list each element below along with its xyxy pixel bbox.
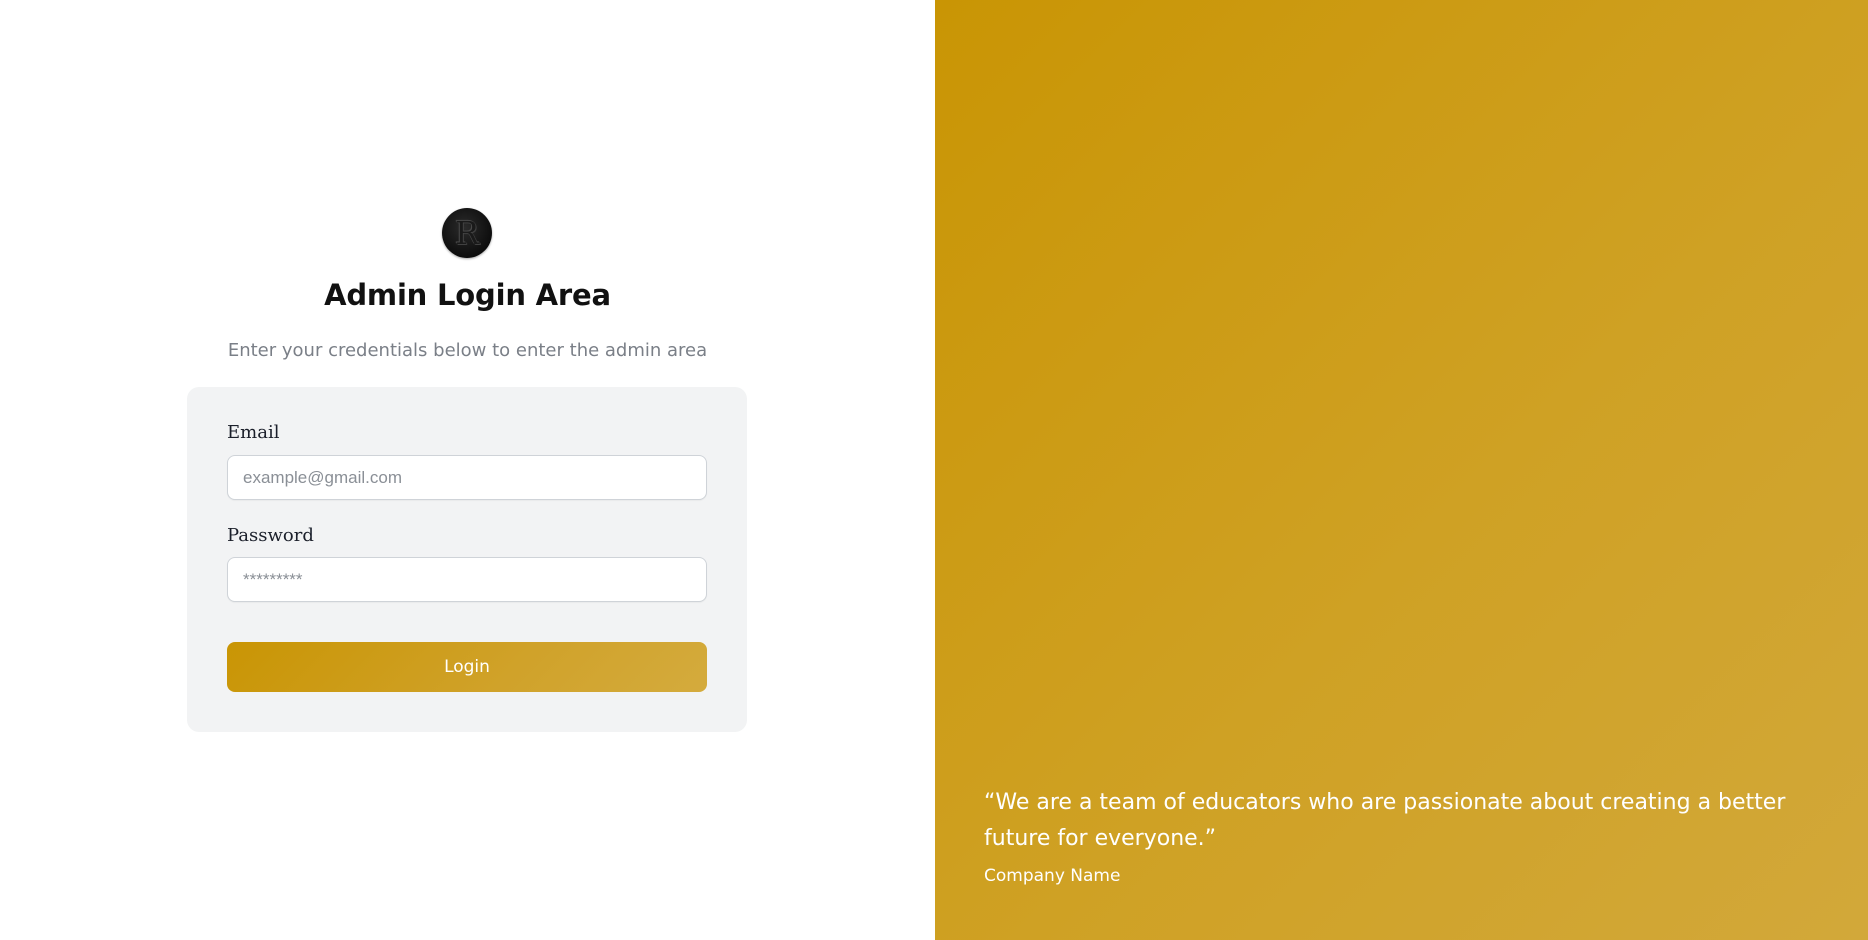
- testimonial-author: Company Name: [984, 866, 1121, 886]
- login-page: R Admin Login Area Enter your credential…: [0, 0, 1868, 940]
- brand-panel: “We are a team of educators who are pass…: [935, 0, 1868, 940]
- logo-letter: R: [454, 214, 480, 252]
- testimonial-quote: “We are a team of educators who are pass…: [984, 790, 1786, 851]
- login-button[interactable]: Login: [227, 642, 707, 692]
- password-label: Password: [227, 525, 314, 546]
- page-subtitle: Enter your credentials below to enter th…: [227, 340, 708, 361]
- login-pane: R Admin Login Area Enter your credential…: [0, 0, 935, 940]
- page-title: Admin Login Area: [324, 278, 611, 312]
- password-input[interactable]: [227, 557, 707, 602]
- brand-logo: R: [442, 208, 492, 258]
- login-form-card: Email Password Login: [187, 387, 747, 732]
- email-input[interactable]: [227, 455, 707, 500]
- email-label: Email: [227, 422, 280, 443]
